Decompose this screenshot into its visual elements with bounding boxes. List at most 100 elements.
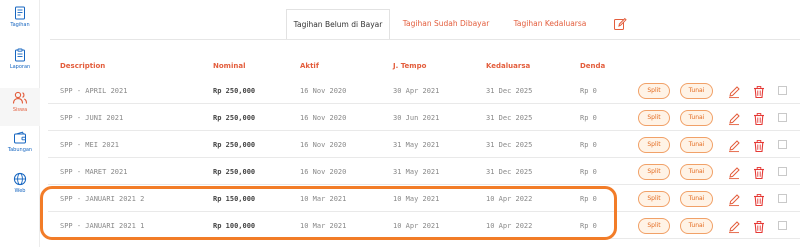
edit-icon[interactable] xyxy=(613,16,627,35)
sidebar-item-label: Tagihan xyxy=(10,22,30,28)
cell-aktif: 10 Mar 2021 xyxy=(300,195,347,203)
header-denda[interactable]: Denda xyxy=(580,62,605,70)
cell-description: SPP - JANUARI 2021 1 xyxy=(60,222,145,230)
cell-nominal: Rp 100,000 xyxy=(213,222,256,230)
trash-icon[interactable] xyxy=(752,111,766,126)
tab-divider xyxy=(50,39,800,40)
pencil-icon[interactable] xyxy=(727,165,741,180)
cell-denda: Rp 0 xyxy=(580,168,597,176)
cell-denda: Rp 0 xyxy=(580,195,597,203)
tab-kedaluarsa[interactable]: Tagihan Kedaluarsa xyxy=(500,9,600,39)
cell-jtempo: 10 Apr 2021 xyxy=(393,222,440,230)
row-checkbox[interactable] xyxy=(778,221,787,230)
table-row: SPP - MARET 2021 Rp 250,000 16 Nov 2020 … xyxy=(48,159,800,185)
tunai-button[interactable]: Tunai xyxy=(680,137,713,153)
split-button[interactable]: Split xyxy=(638,218,670,234)
trash-icon[interactable] xyxy=(752,138,766,153)
cell-nominal: Rp 250,000 xyxy=(213,114,256,122)
pencil-icon[interactable] xyxy=(727,192,741,207)
row-divider xyxy=(48,184,800,185)
pencil-icon[interactable] xyxy=(727,219,741,234)
cell-description: SPP - MEI 2021 xyxy=(60,141,120,149)
header-kedaluarsa[interactable]: Kedaluarsa xyxy=(486,62,530,70)
cell-kedaluarsa: 31 Dec 2025 xyxy=(486,87,533,95)
clipboard-icon xyxy=(0,48,40,62)
cell-denda: Rp 0 xyxy=(580,114,597,122)
trash-icon[interactable] xyxy=(752,219,766,234)
row-checkbox[interactable] xyxy=(778,140,787,149)
sidebar-item-tabungan[interactable]: Tabungan xyxy=(0,131,40,167)
cell-jtempo: 30 Jun 2021 xyxy=(393,114,440,122)
row-checkbox[interactable] xyxy=(778,86,787,95)
cell-denda: Rp 0 xyxy=(580,222,597,230)
cell-aktif: 16 Nov 2020 xyxy=(300,168,347,176)
cell-nominal: Rp 250,000 xyxy=(213,87,256,95)
sidebar-item-label: Tabungan xyxy=(7,147,33,153)
cell-aktif: 16 Nov 2020 xyxy=(300,114,347,122)
tunai-button[interactable]: Tunai xyxy=(680,110,713,126)
tunai-button[interactable]: Tunai xyxy=(680,191,713,207)
row-divider xyxy=(48,238,800,239)
cell-aktif: 10 Mar 2021 xyxy=(300,222,347,230)
cell-nominal: Rp 250,000 xyxy=(213,168,256,176)
bill-icon xyxy=(0,6,40,20)
cell-jtempo: 31 May 2021 xyxy=(393,168,440,176)
sidebar-item-label: Web xyxy=(14,188,26,194)
row-checkbox[interactable] xyxy=(778,194,787,203)
cell-description: SPP - JANUARI 2021 2 xyxy=(60,195,145,203)
row-checkbox[interactable] xyxy=(778,167,787,176)
pencil-icon[interactable] xyxy=(727,138,741,153)
trash-icon[interactable] xyxy=(752,84,766,99)
table-row: SPP - JANUARI 2021 1 Rp 100,000 10 Mar 2… xyxy=(48,213,800,239)
tunai-button[interactable]: Tunai xyxy=(680,218,713,234)
users-icon xyxy=(0,91,40,105)
header-nominal[interactable]: Nominal xyxy=(213,62,245,70)
row-divider xyxy=(48,211,800,212)
pencil-icon[interactable] xyxy=(727,84,741,99)
split-button[interactable]: Split xyxy=(638,191,670,207)
cell-nominal: Rp 250,000 xyxy=(213,141,256,149)
cell-description: SPP - MARET 2021 xyxy=(60,168,128,176)
header-description[interactable]: Description xyxy=(60,62,105,70)
split-button[interactable]: Split xyxy=(638,110,670,126)
table-row: SPP - JUNI 2021 Rp 250,000 16 Nov 2020 3… xyxy=(48,105,800,131)
cell-kedaluarsa: 31 Dec 2025 xyxy=(486,114,533,122)
cell-description: SPP - APRIL 2021 xyxy=(60,87,128,95)
cell-description: SPP - JUNI 2021 xyxy=(60,114,124,122)
tab-belum-dibayar[interactable]: Tagihan Belum di Bayar xyxy=(286,9,390,39)
cell-nominal: Rp 150,000 xyxy=(213,195,256,203)
sidebar-item-siswa[interactable]: Siswa xyxy=(0,88,40,126)
sidebar-item-label: Laporan xyxy=(9,64,31,70)
table-row: SPP - MEI 2021 Rp 250,000 16 Nov 2020 31… xyxy=(48,132,800,158)
cell-kedaluarsa: 31 Dec 2025 xyxy=(486,168,533,176)
row-divider xyxy=(48,130,800,131)
sidebar-item-web[interactable]: Web xyxy=(0,172,40,208)
cell-jtempo: 30 Apr 2021 xyxy=(393,87,440,95)
cell-denda: Rp 0 xyxy=(580,141,597,149)
split-button[interactable]: Split xyxy=(638,83,670,99)
tunai-button[interactable]: Tunai xyxy=(680,164,713,180)
header-aktif[interactable]: Aktif xyxy=(300,62,319,70)
pencil-icon[interactable] xyxy=(727,111,741,126)
trash-icon[interactable] xyxy=(752,192,766,207)
row-divider xyxy=(48,157,800,158)
split-button[interactable]: Split xyxy=(638,164,670,180)
trash-icon[interactable] xyxy=(752,165,766,180)
globe-icon xyxy=(0,172,40,186)
cell-aktif: 16 Nov 2020 xyxy=(300,87,347,95)
tab-sudah-dibayar[interactable]: Tagihan Sudah Dibayar xyxy=(394,9,498,39)
table-row: SPP - JANUARI 2021 2 Rp 150,000 10 Mar 2… xyxy=(48,186,800,212)
cell-jtempo: 31 May 2021 xyxy=(393,141,440,149)
tunai-button[interactable]: Tunai xyxy=(680,83,713,99)
sidebar-item-tagihan[interactable]: Tagihan xyxy=(0,6,40,42)
header-jtempo[interactable]: J. Tempo xyxy=(393,62,426,70)
split-button[interactable]: Split xyxy=(638,137,670,153)
cell-denda: Rp 0 xyxy=(580,87,597,95)
sidebar-item-laporan[interactable]: Laporan xyxy=(0,48,40,84)
cell-jtempo: 10 May 2021 xyxy=(393,195,440,203)
cell-kedaluarsa: 10 Apr 2022 xyxy=(486,195,533,203)
sidebar: Tagihan Laporan Siswa Tabungan Web xyxy=(0,0,40,247)
cell-kedaluarsa: 31 Dec 2025 xyxy=(486,141,533,149)
row-checkbox[interactable] xyxy=(778,113,787,122)
row-divider xyxy=(48,103,800,104)
